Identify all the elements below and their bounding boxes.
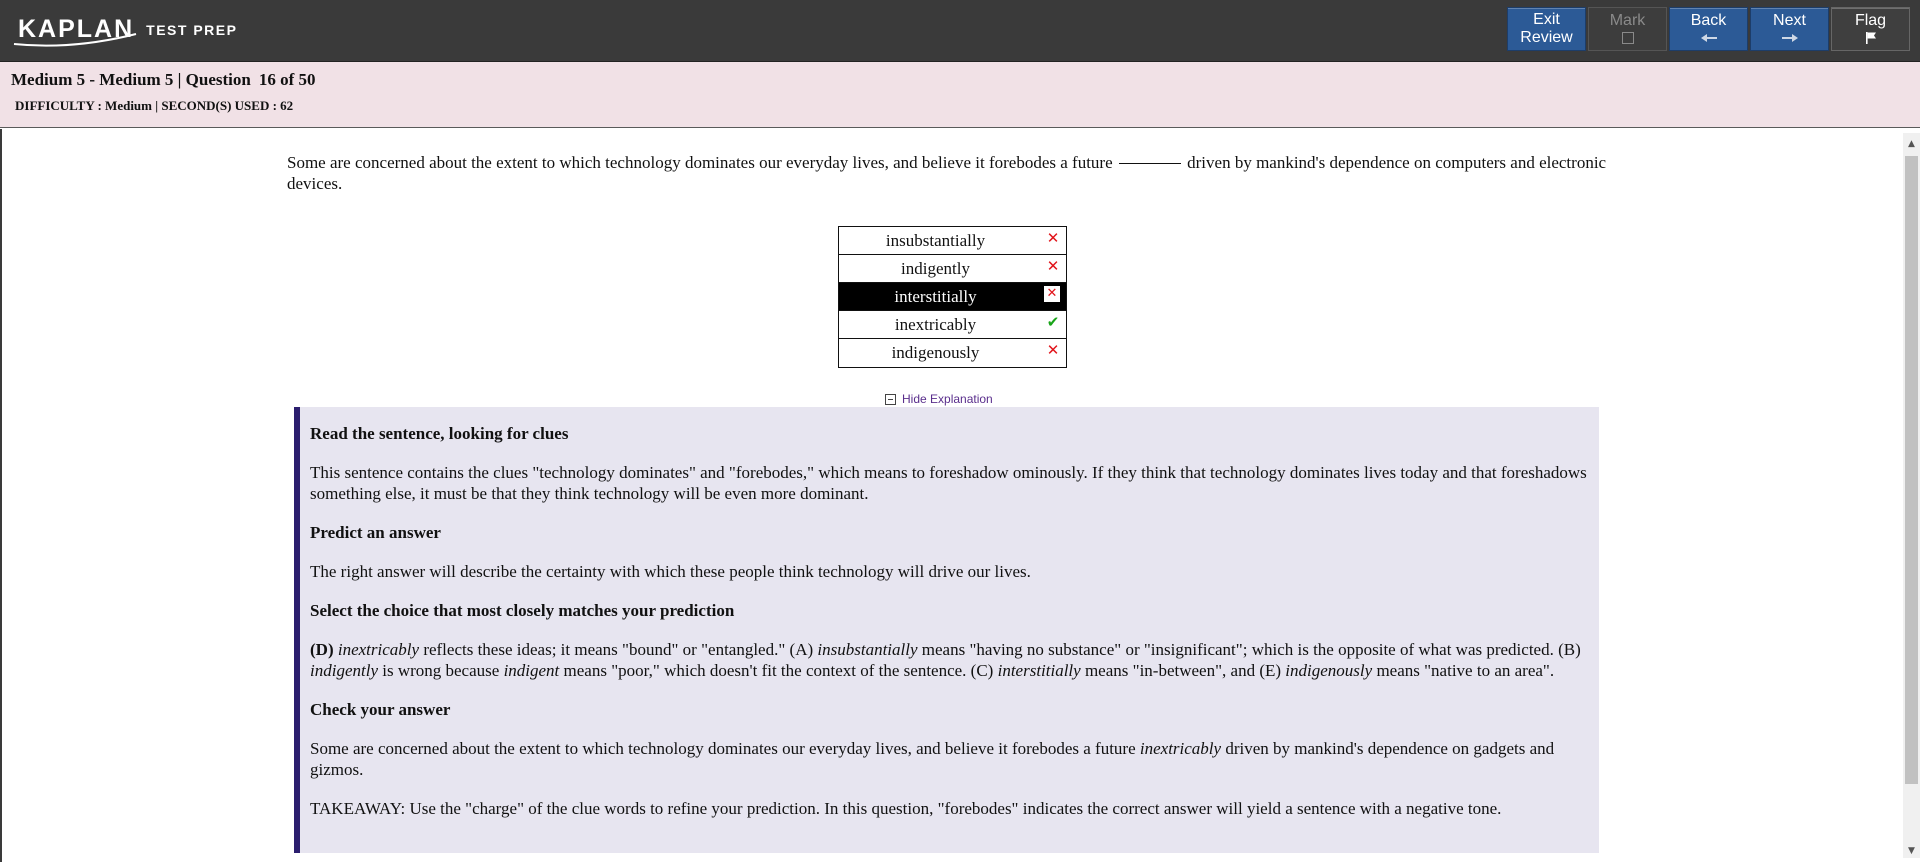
explanation-heading: Select the choice that most closely matc… [310,601,735,620]
term: insubstantially [817,640,918,659]
mark-button[interactable]: Mark [1588,7,1667,51]
back-button[interactable]: Back [1669,7,1748,51]
choice-label: interstitially [894,286,977,306]
back-label: Back [1690,12,1727,29]
text-run: means "native to an area". [1376,661,1555,680]
top-bar: KAPLAN TEST PREP Exit Review Mark Back N… [0,0,1920,62]
incorrect-x-icon: ✕ [1046,257,1060,275]
takeaway-paragraph: TAKEAWAY: Use the "charge" of the clue w… [310,799,1502,818]
collapse-icon [885,393,896,405]
text-run: means "poor," which doesn't fit the cont… [563,661,994,680]
question-blank [1118,163,1181,164]
term: interstitially [997,661,1081,680]
choice-d[interactable]: inextricably ✔ [839,311,1066,339]
content-pane: Some are concerned about the extent to w… [0,129,1920,862]
question-title: Medium 5 - Medium 5 | Question 16 of 50 [11,70,316,90]
answer-choices: insubstantially ✕ indigently ✕ interstit… [838,226,1067,368]
arrow-right-icon [1781,34,1798,42]
kaplan-logo: KAPLAN TEST PREP [13,10,238,48]
hide-explanation-label: Hide Explanation [902,392,993,406]
term: indigent [503,661,560,680]
explanation-heading: Check your answer [310,700,451,719]
logo-subtitle: TEST PREP [146,22,238,38]
explanation-paragraph: The right answer will describe the certa… [310,562,1031,581]
text-run: means "having no substance" or "insignif… [921,640,1581,659]
text-run: is wrong because [382,661,500,680]
question-stem: Some are concerned about the extent to w… [287,152,1617,194]
checkbox-icon [1621,32,1634,44]
incorrect-x-icon: ✕ [1046,341,1060,359]
term: indigenously [1285,661,1373,680]
question-text-before: Some are concerned about the extent to w… [287,153,1113,172]
question-meta: DIFFICULTY : Medium | SECOND(S) USED : 6… [15,98,294,113]
flag-label: Flag [1854,12,1887,29]
nav-button-group: Exit Review Mark Back Next Flag [1507,7,1910,51]
explanation-heading: Predict an answer [310,523,441,542]
scroll-thumb[interactable] [1905,156,1918,784]
term: indigently [310,661,378,680]
text-run: reflects these ideas; it means "bound" o… [423,640,814,659]
choice-c-selected[interactable]: interstitially ✕ [839,283,1066,311]
next-button[interactable]: Next [1750,7,1829,51]
incorrect-x-icon: ✕ [1046,229,1060,247]
text-run: Some are concerned about the extent to w… [310,739,1136,758]
next-label: Next [1773,12,1806,29]
hide-explanation-link[interactable]: Hide Explanation [885,392,993,406]
vertical-scrollbar[interactable]: ▲ ▼ [1903,133,1920,858]
choice-label: insubstantially [885,230,986,250]
choice-label: indigenously [891,343,980,362]
section-title: Medium 5 - Medium 5 | Question [11,70,251,89]
choice-label: inextricably [894,314,977,334]
scroll-down-icon[interactable]: ▼ [1903,844,1920,858]
incorrect-x-icon: ✕ [1044,286,1060,302]
term: inextricably [1139,739,1222,758]
exit-label-line2: Review [1520,29,1573,46]
explanation-heading: Read the sentence, looking for clues [310,424,569,443]
correct-check-icon: ✔ [1046,313,1060,331]
logo-swoosh-icon [13,33,137,47]
question-number: 16 of 50 [258,70,316,89]
choice-a[interactable]: insubstantially ✕ [839,227,1066,255]
choice-b[interactable]: indigently ✕ [839,255,1066,283]
answer-letter: (D) [310,640,334,659]
explanation-paragraph: Some are concerned about the extent to w… [310,738,1589,780]
explanation-paragraph: This sentence contains the clues "techno… [310,463,1587,503]
term: inextricably [337,640,420,659]
flag-button[interactable]: Flag [1831,7,1910,51]
explanation-panel: Read the sentence, looking for clues Thi… [294,407,1599,853]
exit-label-line1: Exit [1533,11,1560,28]
explanation-paragraph: (D) inextricably reflects these ideas; i… [310,639,1589,681]
choice-e[interactable]: indigenously ✕ [839,339,1066,367]
scroll-up-icon[interactable]: ▲ [1903,137,1920,151]
text-run: means "in-between", and (E) [1084,661,1282,680]
choice-label: indigently [901,258,970,278]
mark-label: Mark [1609,12,1646,29]
arrow-left-icon [1700,34,1717,42]
question-info-bar: Medium 5 - Medium 5 | Question 16 of 50 D… [0,62,1920,128]
flag-icon [1865,32,1876,44]
exit-review-button[interactable]: Exit Review [1507,7,1586,51]
